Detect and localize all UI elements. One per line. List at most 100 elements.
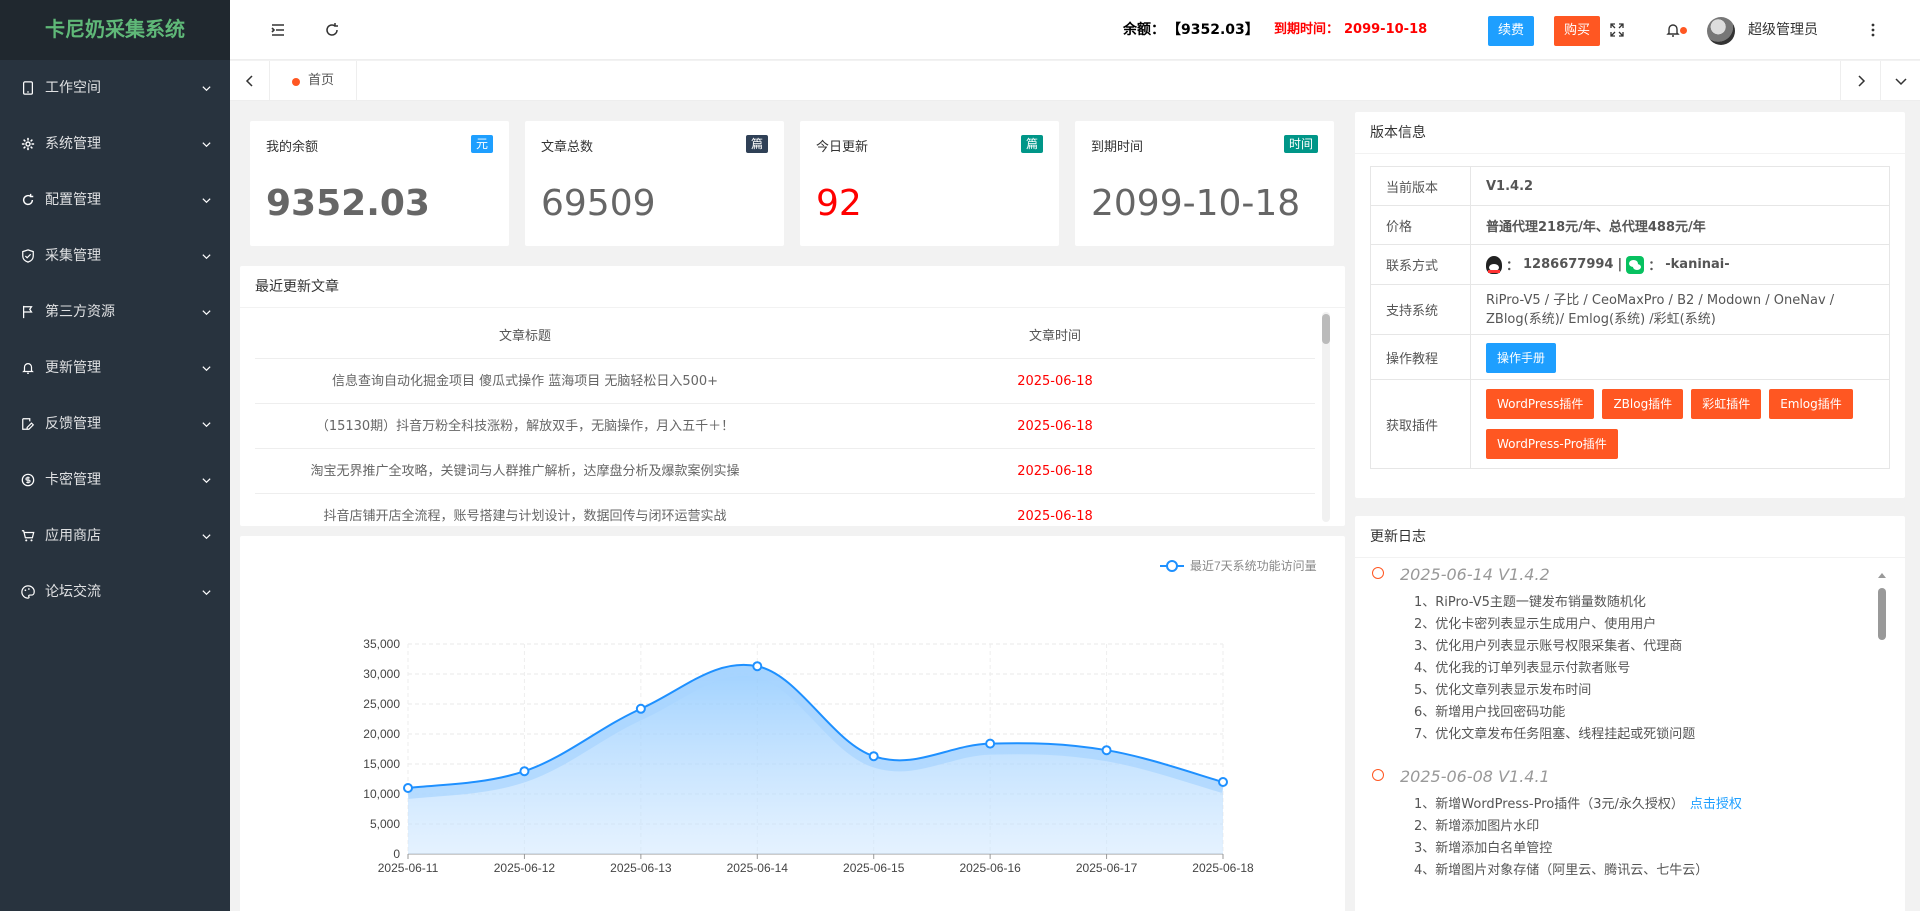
data-point[interactable] — [1218, 777, 1228, 787]
notification-bell-icon[interactable] — [1658, 0, 1688, 60]
flag-icon — [20, 284, 36, 340]
plugin-button[interactable]: WordPress-Pro插件 — [1486, 429, 1618, 460]
qq-number[interactable]: 1286677994 — [1523, 257, 1613, 272]
app-logo[interactable]: 卡尼奶采集系统 — [0, 0, 230, 60]
sidebar-item-1[interactable]: 工作空间 — [0, 60, 230, 116]
table-row[interactable]: 抖音店铺开店全流程，账号搭建与计划设计，数据回传与闭环运营实战 2025-06-1… — [255, 494, 1315, 526]
sidebar-item-4[interactable]: 采集管理 — [0, 228, 230, 284]
articles-scrollbar[interactable] — [1322, 312, 1330, 522]
buy-button[interactable]: 购买 — [1554, 16, 1601, 46]
data-point[interactable] — [635, 703, 646, 714]
stat-title: 文章总数 — [541, 140, 594, 155]
price-label: 价格 — [1371, 206, 1471, 244]
changelog-item-text: 3、新增添加白名单管控 — [1414, 841, 1553, 856]
column-time: 文章时间 — [1028, 329, 1081, 344]
changelog-version-head: 2025-06-08 V1.4.1 — [1400, 767, 1550, 786]
plugin-button[interactable]: Emlog插件 — [1769, 388, 1853, 419]
data-point[interactable] — [752, 661, 763, 672]
article-title[interactable]: 抖音店铺开店全流程，账号搭建与计划设计，数据回传与闭环运营实战 — [255, 494, 795, 526]
plugin-button[interactable]: ZBlog插件 — [1602, 388, 1684, 419]
x-tick-label: 2025-06-13 — [610, 861, 672, 875]
plugin-button[interactable]: WordPress插件 — [1486, 388, 1595, 419]
chevron-down-icon — [201, 452, 212, 508]
chevron-down-icon — [201, 340, 212, 396]
table-row[interactable]: （15130期）抖音万粉全科技涨粉，解放双手，无脑操作，月入五千＋！ 2025-0… — [255, 404, 1315, 449]
sidebar-item-2[interactable]: 系统管理 — [0, 116, 230, 172]
data-point[interactable] — [519, 766, 530, 777]
palette-icon — [20, 564, 36, 620]
tutorial-row: 操作教程 操作手册 — [1371, 335, 1889, 380]
version-row: 当前版本 V1.4.2 — [1371, 167, 1889, 206]
changelog-item: 3、优化用户列表显示账号权限采集者、代理商 — [1400, 636, 1880, 658]
data-point[interactable] — [1101, 745, 1112, 756]
expire-label: 到期时间： — [1274, 22, 1340, 37]
refresh-icon[interactable] — [317, 0, 347, 60]
fullscreen-icon[interactable] — [1602, 0, 1632, 60]
renew-button[interactable]: 续费 — [1488, 16, 1535, 46]
article-time: 2025-06-18 — [1017, 419, 1093, 434]
tab-scroll-right-icon[interactable] — [1840, 61, 1880, 101]
contact-row: 联系方式 ： 1286677994 | ： -kaninai- — [1371, 245, 1889, 285]
tab-home[interactable]: 首页 — [270, 61, 358, 101]
article-time: 2025-06-18 — [1017, 374, 1093, 389]
wechat-id[interactable]: -kaninai- — [1665, 257, 1729, 272]
table-row[interactable]: 信息查询自动化掘金项目 傻瓜式操作 蓝海项目 无脑轻松日入500+ 2025-06… — [255, 359, 1315, 404]
articles-table-header: 文章标题 文章时间 — [255, 314, 1315, 359]
data-point[interactable] — [868, 751, 879, 762]
app-root: 卡尼奶采集系统 工作空间 系统管理 配置管理采集管理第三方资源 更新管理 反馈管理卡密管… — [0, 0, 1920, 911]
sidebar-item-label: 卡密管理 — [45, 472, 101, 488]
sidebar-item-10[interactable]: 论坛交流 — [0, 564, 230, 620]
changelog-item: 5、优化文章列表显示发布时间 — [1400, 680, 1880, 702]
scroll-up-icon[interactable] — [1876, 570, 1888, 580]
current-version-value: V1.4.2 — [1486, 178, 1534, 194]
sidebar-item-7[interactable]: 反馈管理 — [0, 396, 230, 452]
data-point[interactable] — [403, 783, 413, 793]
balance-label: 余额： — [1123, 22, 1165, 38]
chevron-down-icon — [201, 284, 212, 340]
menu-toggle-icon[interactable] — [263, 0, 293, 60]
changelog-scrollbar[interactable] — [1876, 568, 1888, 911]
data-point[interactable] — [985, 738, 996, 749]
article-title[interactable]: 淘宝无界推广全攻略，关键词与人群推广解析，达摩盘分析及爆款案例实操 — [255, 449, 795, 493]
sidebar-item-5[interactable]: 第三方资源 — [0, 284, 230, 340]
timeline-circle-icon — [1372, 769, 1384, 781]
support-label: 支持系统 — [1371, 285, 1471, 334]
article-title[interactable]: （15130期）抖音万粉全科技涨粉，解放双手，无脑操作，月入五千＋！ — [255, 404, 795, 448]
article-title[interactable]: 信息查询自动化掘金项目 傻瓜式操作 蓝海项目 无脑轻松日入500+ — [255, 359, 795, 403]
stat-value: 2099-10-18 — [1091, 183, 1301, 224]
tab-dropdown-icon[interactable] — [1880, 61, 1920, 101]
stat-badge: 篇 — [745, 135, 768, 153]
y-tick-label: 30,000 — [363, 667, 400, 681]
article-time: 2025-06-18 — [1017, 509, 1093, 524]
chevron-down-icon — [201, 172, 212, 228]
authorize-link[interactable]: 点击授权 — [1690, 797, 1742, 812]
changelog-item-text: 7、优化文章发布任务阻塞、线程挂起或死锁问题 — [1414, 727, 1696, 742]
avatar[interactable] — [1707, 17, 1735, 45]
chevron-down-icon — [201, 60, 212, 116]
changelog-item: 2、优化卡密列表显示生成用户、使用用户 — [1400, 614, 1880, 636]
sidebar-item-6[interactable]: 更新管理 — [0, 340, 230, 396]
y-tick-label: 5,000 — [370, 817, 400, 831]
sidebar-item-label: 采集管理 — [45, 248, 101, 264]
username[interactable]: 超级管理员 — [1748, 0, 1818, 60]
tab-scroll-left-icon[interactable] — [230, 61, 270, 101]
version-panel: 版本信息 当前版本 V1.4.2 价格 普通代理218元/年、总代理488元/年… — [1355, 112, 1905, 498]
legend-label[interactable]: 最近7天系统功能访问量 — [1190, 559, 1317, 573]
top-header: 余额： 【9352.03】 到期时间： 2099-10-18 续费 购买 超级管… — [230, 0, 1920, 60]
changelog-entry: 2025-06-14 V1.4.2 1、RiPro-V5主题一键发布销量数随机化 2… — [1370, 562, 1880, 746]
stat-badge: 元 — [470, 135, 493, 153]
plugin-button[interactable]: 彩虹插件 — [1691, 388, 1762, 419]
tutorial-label: 操作教程 — [1371, 335, 1471, 379]
x-tick-label: 2025-06-18 — [1192, 861, 1254, 875]
y-tick-label: 15,000 — [363, 757, 400, 771]
sidebar-item-9[interactable]: 应用商店 — [0, 508, 230, 564]
y-tick-label: 10,000 — [363, 787, 400, 801]
changelog-item-text: 4、优化我的订单列表显示付款者账号 — [1414, 661, 1631, 676]
tab-home-label: 首页 — [308, 73, 335, 88]
table-row[interactable]: 淘宝无界推广全攻略，关键词与人群推广解析，达摩盘分析及爆款案例实操 2025-06… — [255, 449, 1315, 494]
sidebar-item-8[interactable]: 卡密管理 — [0, 452, 230, 508]
price-row: 价格 普通代理218元/年、总代理488元/年 — [1371, 206, 1889, 245]
sidebar-item-3[interactable]: 配置管理 — [0, 172, 230, 228]
more-vertical-icon[interactable] — [1858, 0, 1888, 60]
manual-button[interactable]: 操作手册 — [1486, 343, 1557, 373]
